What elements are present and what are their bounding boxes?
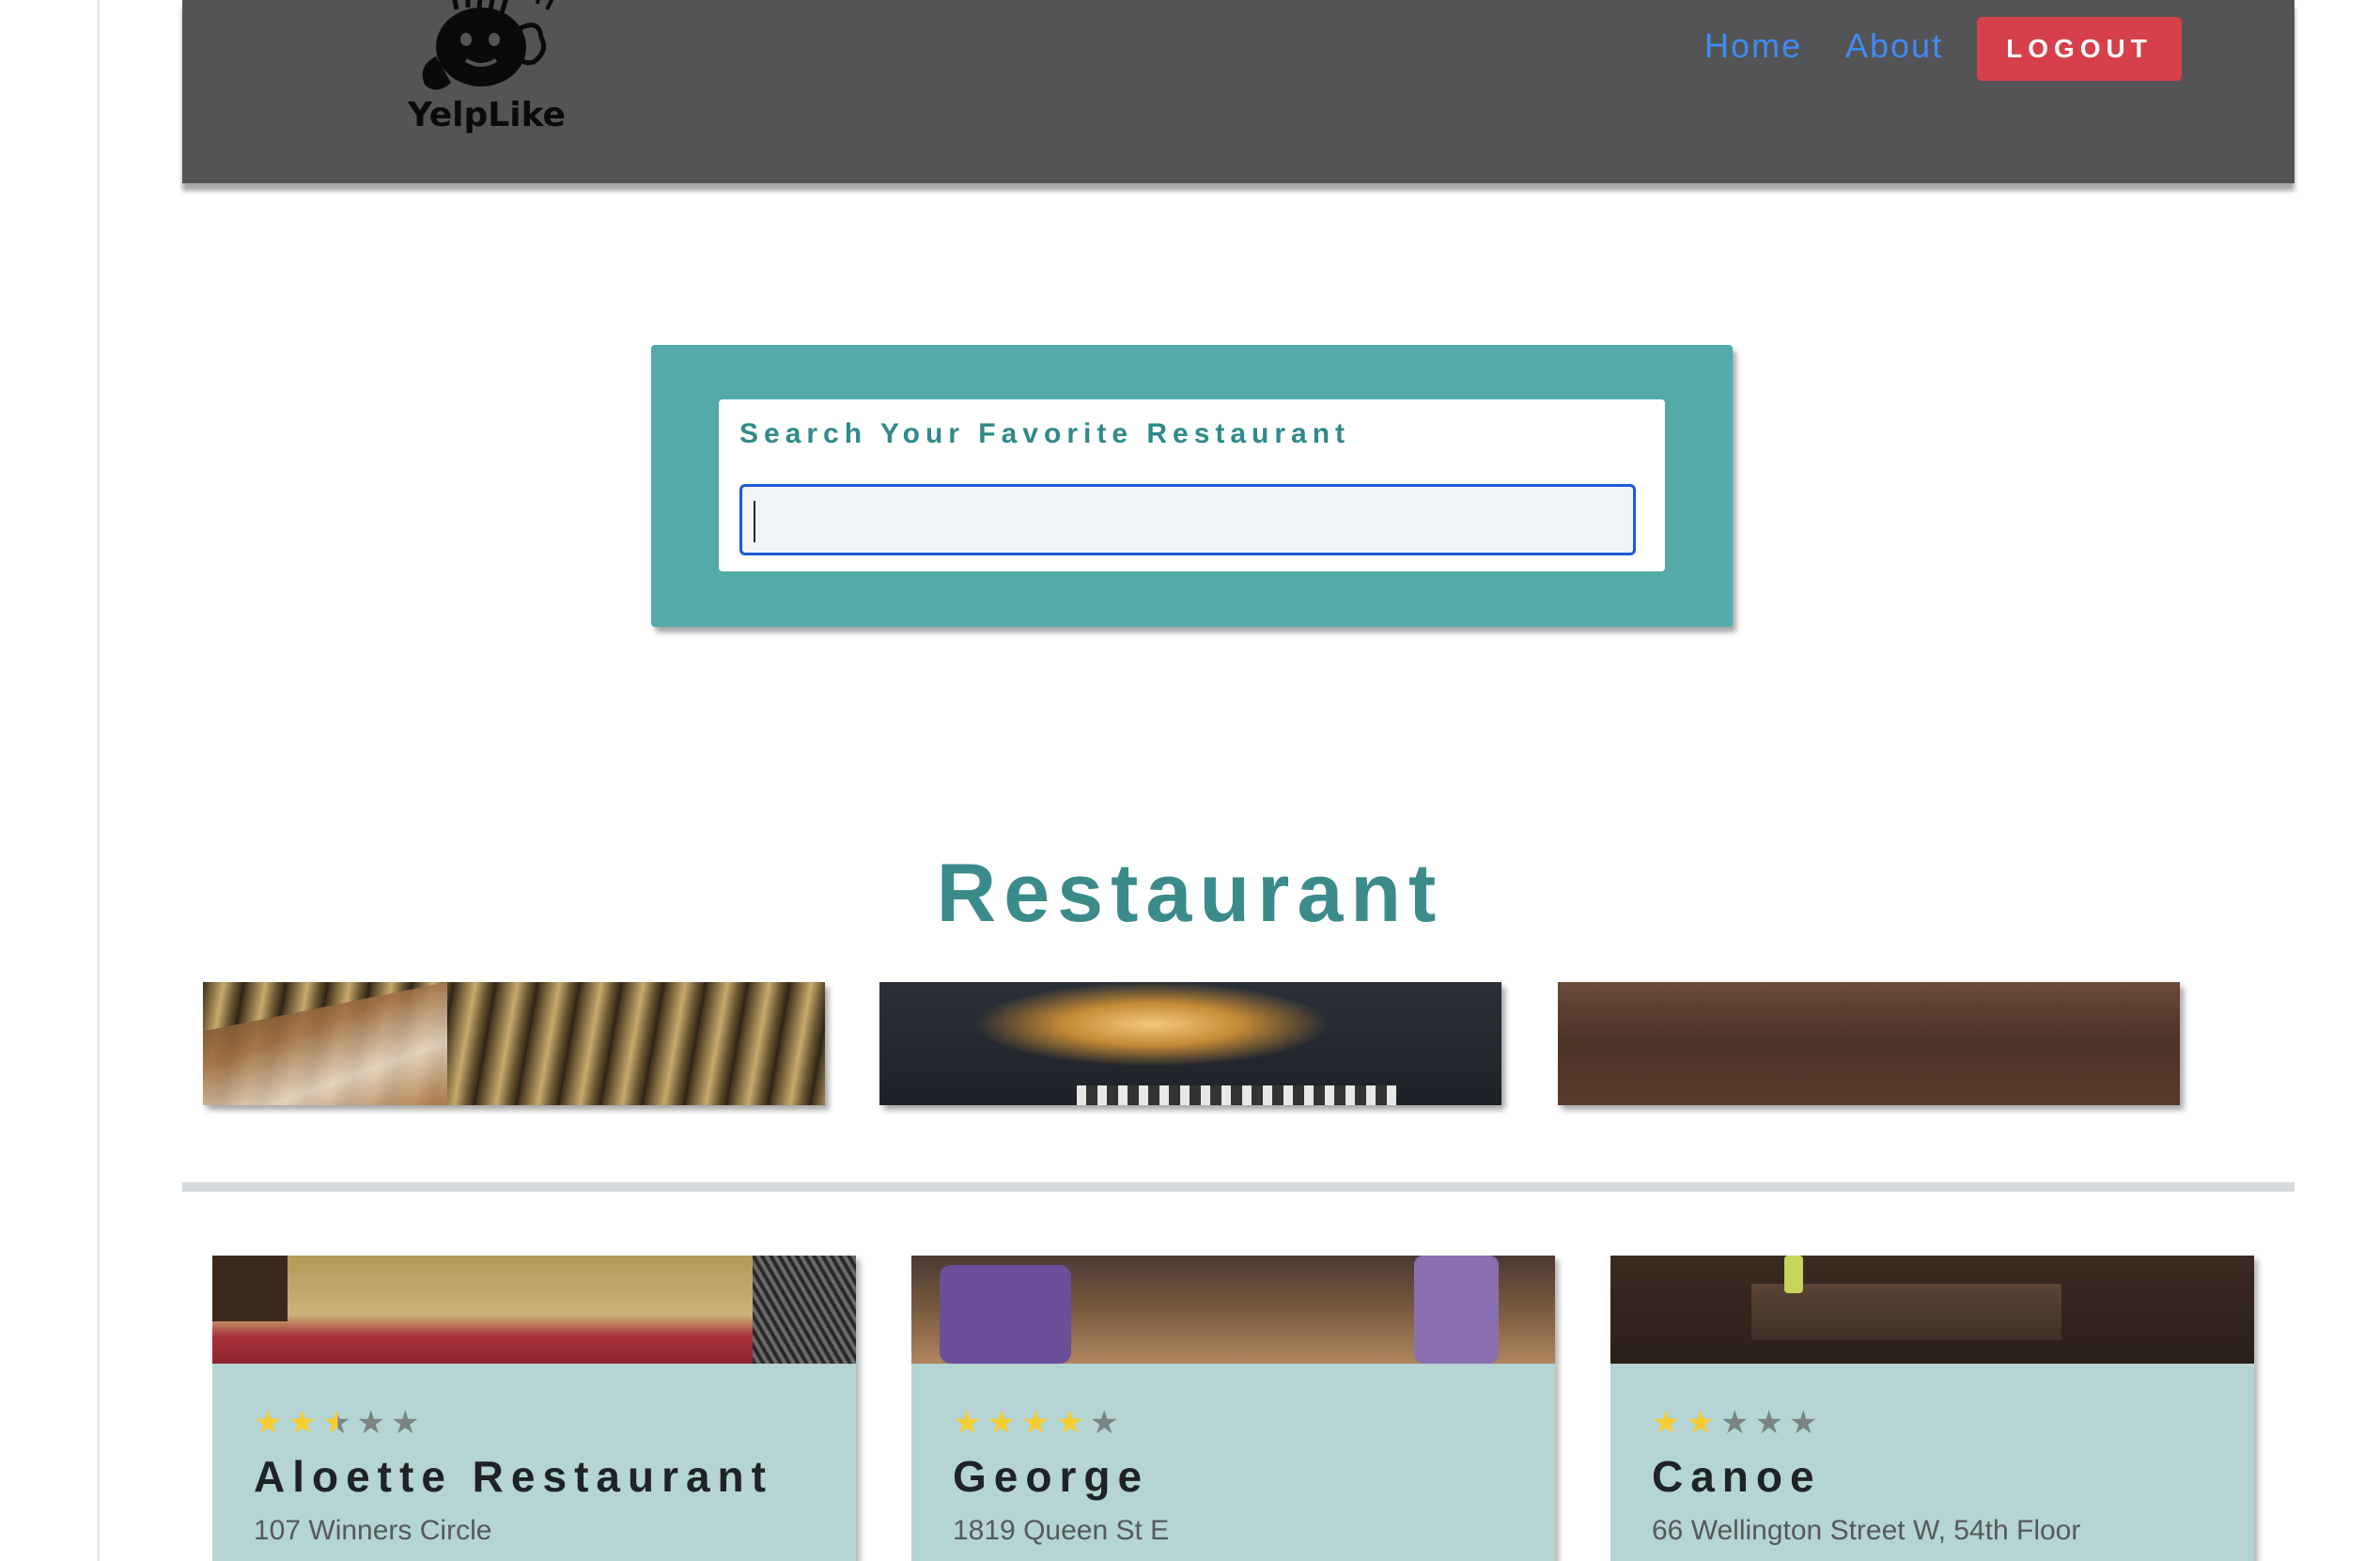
nav-about-link[interactable]: About — [1845, 26, 1943, 66]
star-rating: ★ ★ ★ ★ ★ — [254, 1404, 419, 1442]
restaurant-card[interactable]: ★ ★ ★ ★ ★ Aloette Restaurant 107 Winners Cir… — [212, 1256, 856, 1561]
star-icon: ★ — [1020, 1404, 1050, 1442]
page: YelpLike Home About LOGOUT Search Your F… — [0, 0, 2380, 1561]
search-panel: Search Your Favorite Restaurant — [651, 345, 1733, 627]
search-label: Search Your Favorite Restaurant — [739, 418, 1351, 449]
logout-button[interactable]: LOGOUT — [1977, 17, 2182, 81]
restaurant-name[interactable]: Aloette Restaurant — [254, 1451, 773, 1502]
search-card: Search Your Favorite Restaurant — [719, 399, 1665, 571]
star-icon: ★ — [1652, 1404, 1681, 1442]
star-icon: ★ — [1719, 1404, 1750, 1442]
carousel-image-1[interactable] — [203, 982, 825, 1105]
star-icon: ★ — [1089, 1404, 1119, 1442]
left-border — [98, 0, 100, 1561]
star-icon: ★ — [1754, 1404, 1783, 1442]
restaurant-name[interactable]: Canoe — [1652, 1451, 1822, 1502]
restaurant-photo — [1610, 1256, 2254, 1364]
restaurant-photo — [212, 1256, 856, 1364]
text-caret — [754, 501, 755, 542]
carousel-image-3[interactable] — [1558, 982, 2180, 1105]
star-icon: ★ — [390, 1404, 420, 1442]
star-rating: ★ ★ ★ ★ ★ — [953, 1404, 1118, 1442]
star-icon: ★ — [254, 1404, 283, 1442]
restaurant-card[interactable]: ★ ★ ★ ★ ★ Canoe 66 Wellington Street W, 54th… — [1610, 1256, 2254, 1561]
star-icon: ★ — [1788, 1404, 1818, 1442]
star-icon: ★ — [987, 1404, 1016, 1442]
restaurant-address: 1819 Queen St E — [953, 1515, 1170, 1546]
star-icon: ★ — [321, 1404, 351, 1442]
restaurant-address: 107 Winners Circle — [254, 1515, 492, 1546]
nav-home-link[interactable]: Home — [1704, 26, 1802, 66]
section-divider — [182, 1182, 2294, 1192]
star-rating: ★ ★ ★ ★ ★ — [1652, 1404, 1817, 1442]
search-input[interactable] — [739, 484, 1636, 555]
navbar: YelpLike Home About LOGOUT — [182, 0, 2294, 183]
logo-text: YelpLike — [408, 96, 566, 134]
carousel-image-2[interactable] — [879, 982, 1501, 1105]
star-icon: ★ — [1686, 1404, 1715, 1442]
restaurant-card[interactable]: ★ ★ ★ ★ ★ George 1819 Queen St E — [911, 1256, 1555, 1561]
star-icon: ★ — [288, 1404, 317, 1442]
section-title: Restaurant — [936, 845, 1444, 939]
restaurant-name[interactable]: George — [953, 1451, 1149, 1502]
star-icon: ★ — [356, 1404, 385, 1442]
restaurant-photo — [911, 1256, 1555, 1364]
star-icon: ★ — [953, 1404, 982, 1442]
restaurant-address: 66 Wellington Street W, 54th Floor — [1652, 1515, 2081, 1546]
star-icon: ★ — [1055, 1404, 1084, 1442]
